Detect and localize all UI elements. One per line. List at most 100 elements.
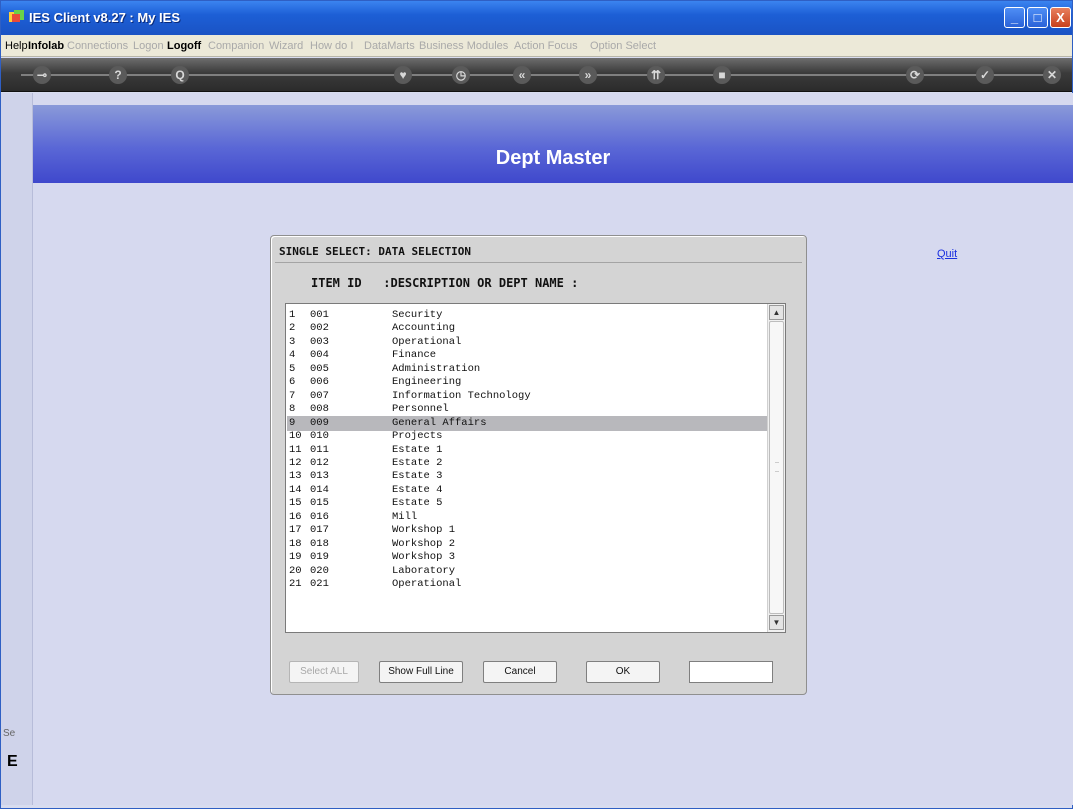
menu-wizard[interactable]: Wizard: [269, 40, 303, 52]
item-description: Security: [392, 309, 443, 321]
row-number: 1: [289, 309, 296, 321]
item-description: Projects: [392, 430, 443, 443]
item-description: Estate 4: [392, 483, 443, 496]
item-description: Workshop 3: [392, 551, 456, 564]
page-title: Dept Master: [495, 147, 611, 169]
item-id: 007: [310, 389, 329, 402]
stop-icon[interactable]: ■: [713, 66, 731, 84]
clock-icon[interactable]: ◷: [452, 66, 470, 84]
menu-datamarts[interactable]: DataMarts: [364, 40, 415, 52]
row-number: 7: [289, 389, 296, 402]
row-number: 6: [289, 376, 296, 389]
close-window-button[interactable]: X: [1050, 7, 1071, 28]
row-number: 15: [289, 497, 302, 510]
window-title: IES Client v8.27 : My IES: [29, 10, 180, 25]
menu-option-select[interactable]: Option Select: [590, 40, 656, 52]
show-full-line-button[interactable]: Show Full Line: [379, 661, 463, 683]
rewind-icon[interactable]: «: [513, 66, 531, 84]
quit-link[interactable]: Quit: [937, 248, 957, 260]
menu-business-modules[interactable]: Business Modules: [419, 40, 508, 52]
row-number: 19: [289, 551, 302, 564]
item-id: 006: [310, 376, 329, 389]
minimize-button[interactable]: _: [1004, 7, 1025, 28]
heart-icon[interactable]: ♥: [394, 66, 412, 84]
item-id: 019: [310, 551, 329, 564]
item-id: 011: [310, 443, 329, 456]
item-description: General Affairs: [392, 416, 487, 429]
item-id: 012: [310, 456, 329, 469]
menu-how-do-i[interactable]: How do I: [310, 40, 353, 52]
list-item[interactable]: 21 021 Operational: [287, 577, 767, 592]
select-all-button[interactable]: Select ALL: [289, 661, 359, 683]
row-number: 8: [289, 403, 296, 416]
menu-logon[interactable]: Logon: [133, 40, 164, 52]
close-icon[interactable]: ✕: [1043, 66, 1061, 84]
row-number: 9: [289, 416, 296, 429]
data-selection-dialog: SINGLE SELECT: DATA SELECTION ITEM ID :D…: [270, 235, 807, 695]
scroll-up-icon[interactable]: ▲: [769, 305, 784, 320]
side-panel-glyph[interactable]: E: [7, 753, 18, 771]
ok-button[interactable]: OK: [586, 661, 660, 683]
title-bar[interactable]: IES Client v8.27 : My IES _ □ X: [1, 1, 1072, 35]
scrollbar-grip: [775, 462, 779, 472]
row-number: 13: [289, 470, 302, 483]
item-description: Estate 5: [392, 497, 443, 510]
search-icon[interactable]: Q: [171, 66, 189, 84]
item-description: Estate 3: [392, 470, 443, 483]
item-id: 018: [310, 537, 329, 550]
row-number: 11: [289, 443, 302, 456]
menu-bar: Help Infolab Connections Logon Logoff Co…: [1, 35, 1072, 57]
maximize-button[interactable]: □: [1027, 7, 1048, 28]
menu-logoff[interactable]: Logoff: [167, 40, 201, 52]
menu-action-focus[interactable]: Action Focus: [514, 40, 578, 52]
dialog-divider: [275, 262, 802, 263]
item-description: Estate 2: [392, 456, 443, 469]
refresh-icon[interactable]: ⟳: [906, 66, 924, 84]
item-description: Estate 1: [392, 443, 443, 456]
column-header: ITEM ID :DESCRIPTION OR DEPT NAME :: [311, 276, 579, 290]
row-number: 17: [289, 524, 302, 537]
row-number: 3: [289, 335, 296, 348]
item-id: 002: [310, 322, 329, 335]
row-number: 10: [289, 430, 302, 443]
menu-companion[interactable]: Companion: [208, 40, 264, 52]
item-id: 014: [310, 483, 329, 496]
scrollbar-thumb[interactable]: [769, 321, 784, 614]
item-description: Mill: [392, 510, 418, 523]
item-description: Information Technology: [392, 389, 531, 402]
scroll-down-icon[interactable]: ▼: [769, 615, 784, 630]
help-icon[interactable]: ?: [109, 66, 127, 84]
row-number: 16: [289, 510, 302, 523]
row-number: 12: [289, 456, 302, 469]
item-description: Workshop 2: [392, 537, 456, 550]
forward-icon[interactable]: »: [579, 66, 597, 84]
item-id: 015: [310, 497, 329, 510]
item-description: Accounting: [392, 322, 456, 335]
check-icon[interactable]: ✓: [976, 66, 994, 84]
item-id: 013: [310, 470, 329, 483]
vertical-scrollbar[interactable]: ▲ ▼: [767, 304, 785, 632]
key-icon[interactable]: ⊸: [33, 66, 51, 84]
selection-list[interactable]: 1 001 Security 2 002 Accounting 3 003 Operationa…: [285, 303, 786, 633]
menu-connections[interactable]: Connections: [67, 40, 128, 52]
item-description: Operational: [392, 578, 462, 590]
selection-input[interactable]: [689, 661, 773, 683]
item-id: 016: [310, 510, 329, 523]
side-panel-label: Se: [3, 728, 16, 739]
item-description: Operational: [392, 335, 462, 348]
item-id: 017: [310, 524, 329, 537]
item-id: 004: [310, 349, 329, 362]
row-number: 2: [289, 322, 296, 335]
row-number: 14: [289, 483, 302, 496]
item-description: Engineering: [392, 376, 462, 389]
item-id: 001: [310, 309, 329, 321]
menu-help[interactable]: Help: [5, 40, 28, 52]
item-id: 009: [310, 416, 329, 429]
item-description: Administration: [392, 362, 481, 375]
toolbar: ⊸ ? Q ♥ ◷ « » ⇈ ■ ⟳ ✓ ✕: [1, 58, 1072, 92]
export-icon[interactable]: ⇈: [647, 66, 665, 84]
dialog-title: SINGLE SELECT: DATA SELECTION: [279, 245, 472, 258]
menu-infolab[interactable]: Infolab: [28, 40, 64, 52]
cancel-button[interactable]: Cancel: [483, 661, 557, 683]
item-description: Personnel: [392, 403, 449, 416]
